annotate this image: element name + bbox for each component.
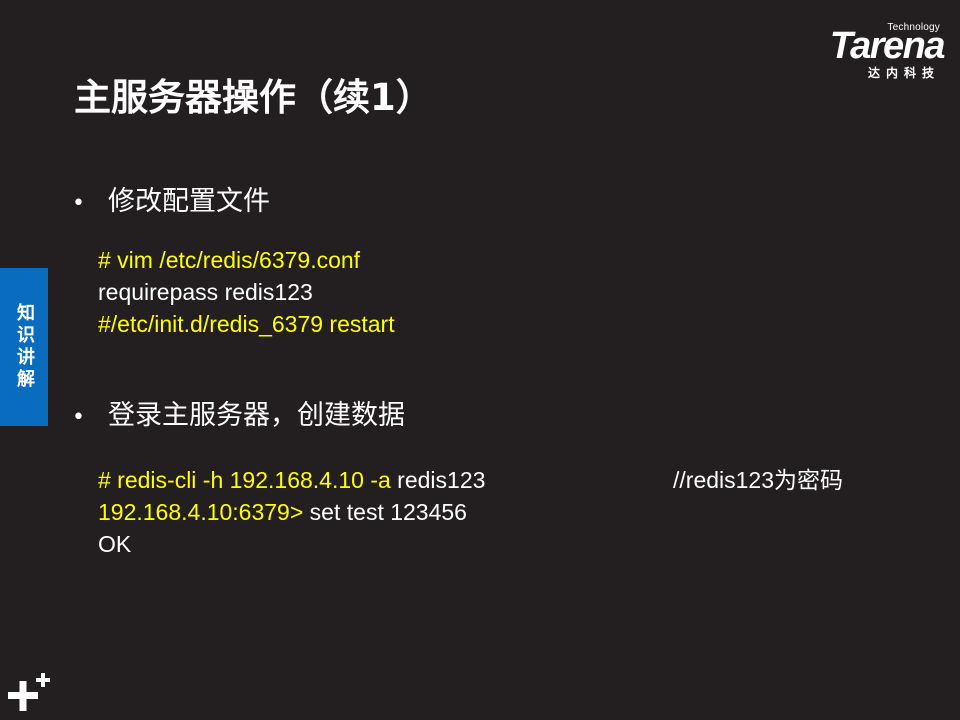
code-comment: //redis123为密码 [673, 467, 844, 493]
side-tab-label: 知识讲解 [14, 303, 35, 391]
logo-wordmark: Tarena [829, 25, 946, 67]
code-command: set test 123456 [303, 499, 467, 525]
logo-chinese-text: 达内科技 [867, 66, 940, 80]
code-argument: redis123 [390, 467, 486, 493]
code-block-login: # redis-cli -h 192.168.4.10 -a redis123 … [98, 464, 898, 560]
slide-title: 主服务器操作（续1） [74, 76, 433, 119]
bullet-item: • 登录主服务器，创建数据 [72, 398, 405, 436]
plus-plus-icon [8, 673, 50, 711]
code-line: requirepass redis123 [98, 279, 313, 305]
code-line: # redis-cli -h 192.168.4.10 -a redis123 … [98, 464, 898, 496]
code-line: # vim /etc/redis/6379.conf [98, 247, 361, 273]
bullet-marker: • [72, 191, 85, 216]
code-prompt: 192.168.4.10:6379> [98, 499, 304, 525]
side-tab: 知识讲解 [0, 268, 48, 426]
bullet-text: 修改配置文件 [108, 186, 270, 217]
bullet-marker: • [72, 405, 85, 430]
bullet-item: • 修改配置文件 [72, 184, 270, 222]
code-block-config: # vim /etc/redis/6379.conf requirepass r… [98, 244, 395, 340]
code-command: # redis-cli -h 192.168.4.10 -a [98, 467, 391, 493]
slide: Technology Tarena 达内科技 主服务器操作（续1） 知识讲解 •… [0, 0, 960, 720]
code-line: 192.168.4.10:6379> set test 123456 [98, 496, 898, 528]
tarena-logo: Technology Tarena 达内科技 [778, 22, 946, 82]
code-output: OK [98, 531, 132, 557]
bullet-text: 登录主服务器，创建数据 [108, 400, 405, 431]
code-line: #/etc/init.d/redis_6379 restart [98, 311, 395, 337]
